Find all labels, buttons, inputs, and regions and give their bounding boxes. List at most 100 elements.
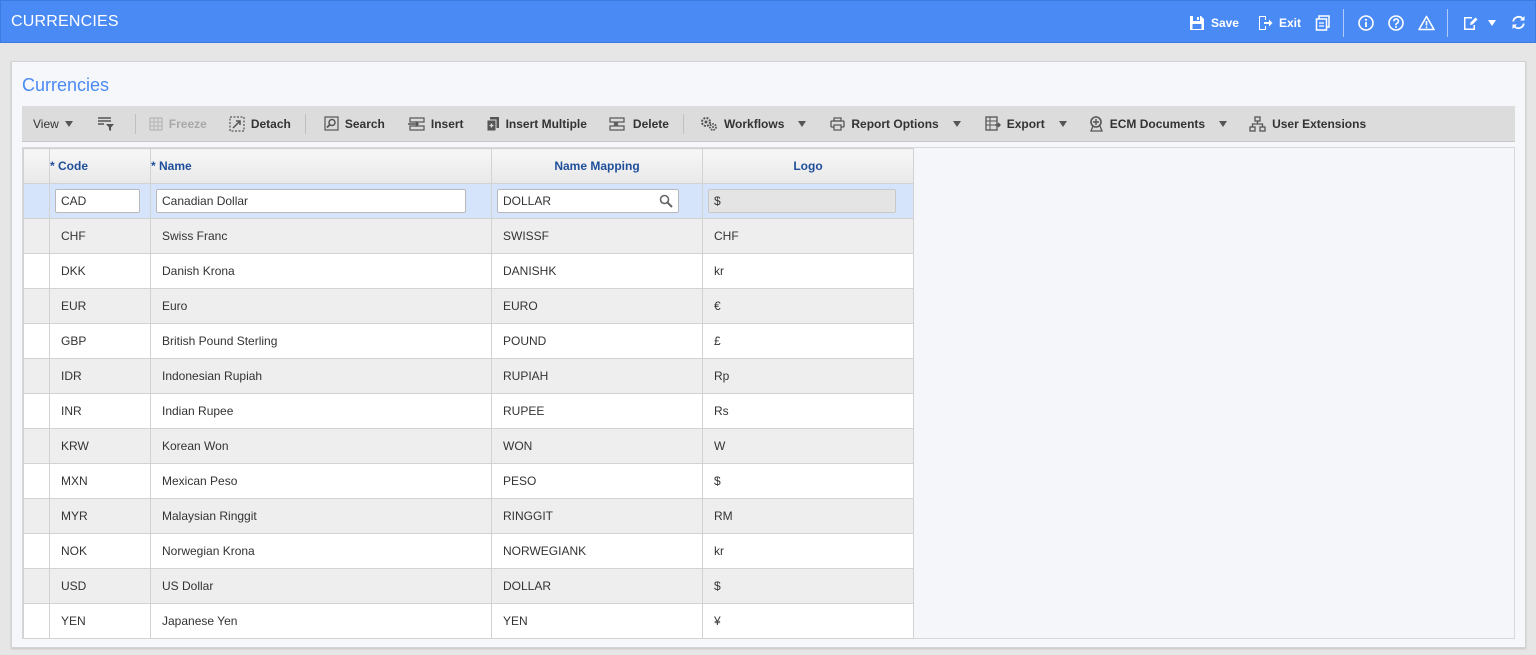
row-selector[interactable] — [23, 533, 50, 569]
name-mapping-cell[interactable]: RUPEE — [491, 393, 703, 429]
name-cell[interactable]: Indian Rupee — [150, 393, 492, 429]
row-selector[interactable] — [23, 498, 50, 534]
search-button[interactable]: Search — [324, 116, 385, 131]
name-cell[interactable]: US Dollar — [150, 568, 492, 604]
help-button[interactable] — [1388, 14, 1404, 31]
logo-cell[interactable]: kr — [702, 253, 914, 289]
name-mapping-cell[interactable]: RINGGIT — [491, 498, 703, 534]
delete-button[interactable]: Delete — [609, 117, 669, 131]
table-row[interactable]: KRW Korean Won WON W — [23, 428, 914, 464]
code-cell[interactable]: EUR — [49, 288, 151, 324]
exit-button[interactable]: Exit — [1257, 15, 1301, 31]
logo-cell[interactable]: € — [702, 288, 914, 324]
logo-cell[interactable]: ¥ — [702, 603, 914, 639]
table-row[interactable]: USD US Dollar DOLLAR $ — [23, 568, 914, 604]
column-header-logo[interactable]: Logo — [702, 148, 914, 184]
name-mapping-cell[interactable]: PESO — [491, 463, 703, 499]
code-cell[interactable]: NOK — [49, 533, 151, 569]
row-selector[interactable] — [23, 253, 50, 289]
ecm-documents-dropdown[interactable] — [1219, 120, 1228, 127]
detach-button[interactable]: Detach — [229, 115, 291, 132]
column-header-code[interactable]: * Code — [49, 148, 151, 184]
code-cell[interactable]: GBP — [49, 323, 151, 359]
code-cell[interactable]: INR — [49, 393, 151, 429]
name-cell[interactable]: British Pound Sterling — [150, 323, 492, 359]
table-row[interactable]: INR Indian Rupee RUPEE Rs — [23, 393, 914, 429]
name-cell[interactable]: Malaysian Ringgit — [150, 498, 492, 534]
name-mapping-cell[interactable]: YEN — [491, 603, 703, 639]
name-input[interactable] — [156, 189, 466, 213]
logo-cell[interactable]: $ — [702, 568, 914, 604]
code-cell[interactable]: USD — [49, 568, 151, 604]
column-header-name[interactable]: * Name — [150, 148, 492, 184]
export-button[interactable]: Export — [985, 116, 1045, 131]
name-cell[interactable]: Indonesian Rupiah — [150, 358, 492, 394]
name-mapping-input[interactable] — [497, 189, 679, 213]
table-row[interactable]: IDR Indonesian Rupiah RUPIAH Rp — [23, 358, 914, 394]
row-selector[interactable] — [23, 183, 50, 219]
edit-button[interactable] — [1462, 15, 1496, 31]
logo-cell[interactable]: kr — [702, 533, 914, 569]
name-mapping-cell[interactable]: EURO — [491, 288, 703, 324]
name-mapping-cell[interactable]: RUPIAH — [491, 358, 703, 394]
table-row[interactable]: NOK Norwegian Krona NORWEGIANK kr — [23, 533, 914, 569]
ecm-documents-button[interactable]: ECM Documents — [1089, 115, 1205, 132]
code-cell[interactable]: YEN — [49, 603, 151, 639]
report-options-dropdown[interactable] — [952, 120, 961, 127]
logo-cell[interactable]: RM — [702, 498, 914, 534]
column-header-name-mapping[interactable]: Name Mapping — [491, 148, 703, 184]
row-selector[interactable] — [23, 463, 50, 499]
name-cell[interactable]: Swiss Franc — [150, 218, 492, 254]
logo-cell[interactable]: $ — [702, 463, 914, 499]
refresh-button[interactable] — [1510, 14, 1527, 31]
name-mapping-cell[interactable]: POUND — [491, 323, 703, 359]
table-row[interactable]: MXN Mexican Peso PESO $ — [23, 463, 914, 499]
table-row[interactable]: CHF Swiss Franc SWISSF CHF — [23, 218, 914, 254]
code-cell[interactable]: CHF — [49, 218, 151, 254]
view-menu[interactable]: View — [33, 117, 73, 131]
name-cell[interactable]: Japanese Yen — [150, 603, 492, 639]
name-mapping-cell[interactable]: DANISHK — [491, 253, 703, 289]
row-selector[interactable] — [23, 358, 50, 394]
table-row[interactable]: EUR Euro EURO € — [23, 288, 914, 324]
name-cell[interactable]: Korean Won — [150, 428, 492, 464]
workflows-button[interactable]: Workflows — [700, 116, 784, 132]
table-row[interactable]: MYR Malaysian Ringgit RINGGIT RM — [23, 498, 914, 534]
table-row[interactable]: YEN Japanese Yen YEN ¥ — [23, 603, 914, 639]
filter-button[interactable] — [97, 116, 121, 132]
logo-cell[interactable]: Rp — [702, 358, 914, 394]
save-button[interactable]: Save — [1189, 15, 1239, 31]
row-selector[interactable] — [23, 323, 50, 359]
row-selector[interactable] — [23, 288, 50, 324]
code-input[interactable] — [55, 189, 140, 213]
name-mapping-cell[interactable]: WON — [491, 428, 703, 464]
report-options-button[interactable]: Report Options — [830, 117, 939, 131]
name-mapping-cell[interactable]: NORWEGIANK — [491, 533, 703, 569]
table-row[interactable]: GBP British Pound Sterling POUND £ — [23, 323, 914, 359]
code-cell[interactable]: MYR — [49, 498, 151, 534]
name-cell[interactable]: Danish Krona — [150, 253, 492, 289]
workflows-dropdown[interactable] — [798, 120, 807, 127]
name-cell[interactable]: Euro — [150, 288, 492, 324]
table-row-active[interactable] — [23, 183, 914, 219]
name-mapping-cell[interactable]: DOLLAR — [491, 568, 703, 604]
row-selector[interactable] — [23, 218, 50, 254]
name-cell[interactable]: Mexican Peso — [150, 463, 492, 499]
logo-cell[interactable]: W — [702, 428, 914, 464]
row-selector[interactable] — [23, 568, 50, 604]
name-mapping-cell[interactable]: SWISSF — [491, 218, 703, 254]
row-selector[interactable] — [23, 603, 50, 639]
insert-button[interactable]: Insert — [407, 117, 464, 131]
copy-button[interactable] — [1315, 14, 1331, 31]
row-selector[interactable] — [23, 393, 50, 429]
export-dropdown[interactable] — [1058, 120, 1067, 127]
code-cell[interactable]: IDR — [49, 358, 151, 394]
code-cell[interactable]: KRW — [49, 428, 151, 464]
user-extensions-button[interactable]: User Extensions — [1249, 115, 1366, 132]
code-cell[interactable]: DKK — [49, 253, 151, 289]
warning-button[interactable] — [1418, 15, 1435, 31]
freeze-button[interactable]: Freeze — [149, 117, 207, 131]
insert-multiple-button[interactable]: Insert Multiple — [486, 116, 587, 132]
logo-cell[interactable]: £ — [702, 323, 914, 359]
logo-cell[interactable]: Rs — [702, 393, 914, 429]
